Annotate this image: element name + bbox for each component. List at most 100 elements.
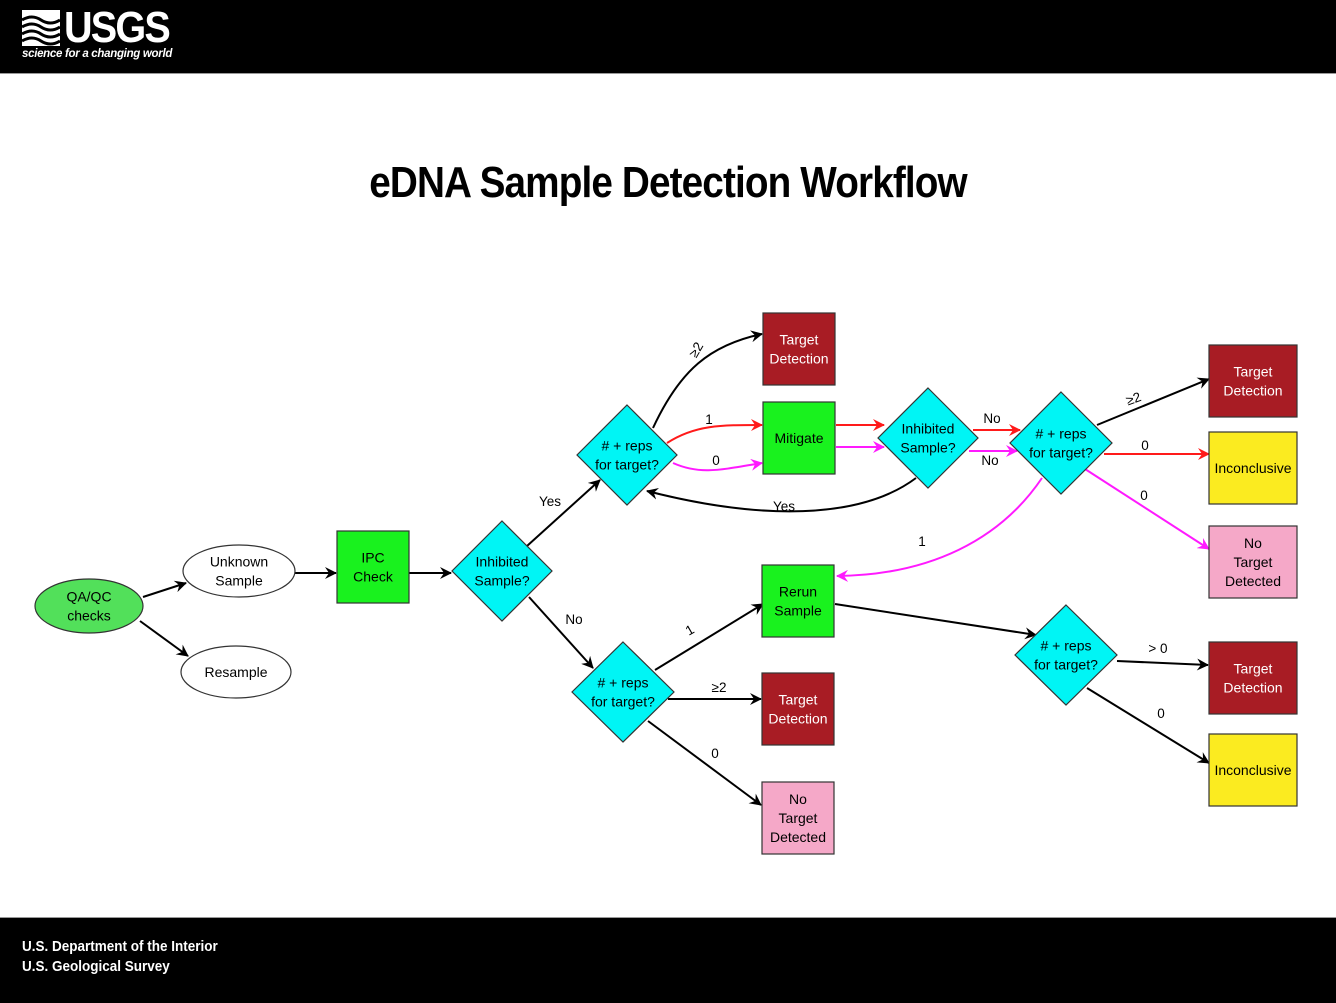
- node-reps1[interactable]: # + reps for target?: [576, 404, 678, 506]
- node-label: # + reps: [602, 438, 653, 454]
- node-td4[interactable]: Target Detection: [1208, 641, 1298, 715]
- node-label: Detection: [1223, 680, 1282, 696]
- edge-label: 0: [1157, 706, 1165, 721]
- footer-department: U.S. Department of the Interior: [22, 938, 218, 955]
- node-ipc[interactable]: IPC Check: [336, 530, 410, 604]
- edge-inhib1-to-reps3: [528, 596, 594, 669]
- edge-label: 0: [712, 453, 720, 468]
- node-label: Sample?: [474, 573, 529, 589]
- node-label: Inhibited: [476, 554, 529, 570]
- edge-inhib1-to-reps1: [526, 479, 601, 547]
- node-mitigate[interactable]: Mitigate: [762, 401, 836, 475]
- node-inc2[interactable]: Inconclusive: [1208, 733, 1298, 807]
- node-label: for target?: [591, 694, 655, 710]
- node-shape[interactable]: [1009, 391, 1113, 495]
- node-label: # + reps: [1036, 426, 1087, 442]
- node-label: Detection: [769, 351, 828, 367]
- edge-reps1-to-mitigate: [666, 419, 763, 444]
- node-shape[interactable]: [1208, 344, 1298, 418]
- node-inhib2[interactable]: Inhibited Sample?: [877, 387, 979, 489]
- node-label: Sample: [774, 603, 822, 619]
- edge-label: No: [565, 612, 582, 627]
- node-label: IPC: [361, 550, 384, 566]
- edge-label: No: [981, 453, 998, 468]
- node-unknown[interactable]: Unknown Sample: [182, 544, 296, 598]
- node-label: No: [789, 791, 807, 807]
- node-label: Target: [779, 810, 818, 826]
- footer-bar: U.S. Department of the Interior U.S. Geo…: [0, 917, 1336, 1003]
- node-shape[interactable]: [877, 387, 979, 489]
- edge-reps4-to-inc2: [1086, 687, 1210, 764]
- node-shape[interactable]: [571, 641, 675, 743]
- node-reps2[interactable]: # + reps for target?: [1009, 391, 1113, 495]
- edge-label: No: [983, 411, 1000, 426]
- workflow-diagram: QA/QC checks Unknown Sample Resample IPC Check…: [34, 312, 1298, 855]
- node-shape[interactable]: [761, 564, 835, 638]
- node-label: # + reps: [1041, 638, 1092, 654]
- edge-reps3-to-ntd2: [647, 720, 762, 806]
- node-resample[interactable]: Resample: [180, 645, 292, 699]
- node-label: Inhibited: [902, 421, 955, 437]
- node-label: Unknown: [210, 554, 268, 570]
- node-label: Inconclusive: [1214, 460, 1291, 476]
- node-shape[interactable]: [762, 312, 836, 386]
- node-ntd1[interactable]: No Target Detected: [1208, 525, 1298, 599]
- node-label: Sample: [215, 573, 263, 589]
- edge-label: ≥2: [1124, 389, 1143, 408]
- node-td2[interactable]: Target Detection: [1208, 344, 1298, 418]
- edge-reps4-to-td4: [1116, 658, 1209, 671]
- edge-label: 1: [705, 412, 713, 427]
- node-reps4[interactable]: # + reps for target?: [1014, 604, 1118, 706]
- node-label: for target?: [595, 457, 659, 473]
- edge-qaqc-to-unknown: [142, 580, 187, 598]
- node-label: Detected: [770, 829, 826, 845]
- edge-label: Yes: [773, 499, 795, 514]
- node-ntd2[interactable]: No Target Detected: [761, 781, 835, 855]
- node-label: checks: [67, 608, 111, 624]
- node-reps3[interactable]: # + reps for target?: [571, 641, 675, 743]
- node-shape[interactable]: [1014, 604, 1118, 706]
- edge-qaqc-to-resample: [139, 620, 189, 657]
- node-shape[interactable]: [761, 672, 835, 746]
- node-shape[interactable]: [34, 578, 144, 634]
- edge-label: 1: [683, 622, 697, 639]
- node-inc1[interactable]: Inconclusive: [1208, 431, 1298, 505]
- nodes-layer: QA/QC checks Unknown Sample Resample IPC Check…: [34, 312, 1298, 855]
- node-qaqc[interactable]: QA/QC checks: [34, 578, 144, 634]
- edge-label: ≥2: [686, 340, 706, 360]
- node-shape[interactable]: [1208, 641, 1298, 715]
- node-label: Detection: [768, 711, 827, 727]
- footer-agency: U.S. Geological Survey: [22, 958, 170, 975]
- edge-label: ≥2: [712, 680, 727, 695]
- node-td1[interactable]: Target Detection: [762, 312, 836, 386]
- node-label: Target: [1234, 661, 1273, 677]
- node-label: Check: [353, 569, 394, 585]
- node-label: Target: [1234, 554, 1273, 570]
- node-label: Target: [779, 692, 818, 708]
- node-label: Detected: [1225, 573, 1281, 589]
- node-label: Mitigate: [774, 430, 823, 446]
- edge-rerun-to-reps4: [834, 603, 1037, 640]
- node-rerun[interactable]: Rerun Sample: [761, 564, 835, 638]
- node-label: for target?: [1034, 657, 1098, 673]
- node-td3[interactable]: Target Detection: [761, 672, 835, 746]
- edge-label: 1: [918, 534, 926, 549]
- node-label: Sample?: [900, 440, 955, 456]
- edge-reps2-to-rerun: [836, 477, 1043, 582]
- node-label: Resample: [204, 664, 267, 680]
- node-shape[interactable]: [576, 404, 678, 506]
- node-label: Detection: [1223, 383, 1282, 399]
- node-label: # + reps: [598, 675, 649, 691]
- edge-label: Yes: [539, 494, 561, 509]
- node-label: for target?: [1029, 445, 1093, 461]
- edge-reps2-to-td2: [1096, 377, 1210, 426]
- edge-label: 0: [1140, 488, 1148, 503]
- edge-label: 0: [1141, 438, 1149, 453]
- edge-label: 0: [711, 746, 719, 761]
- node-label: No: [1244, 535, 1262, 551]
- node-label: Target: [1234, 364, 1273, 380]
- node-label: Target: [780, 332, 819, 348]
- node-shape[interactable]: [336, 530, 410, 604]
- edge-label: > 0: [1148, 641, 1167, 656]
- node-label: Inconclusive: [1214, 762, 1291, 778]
